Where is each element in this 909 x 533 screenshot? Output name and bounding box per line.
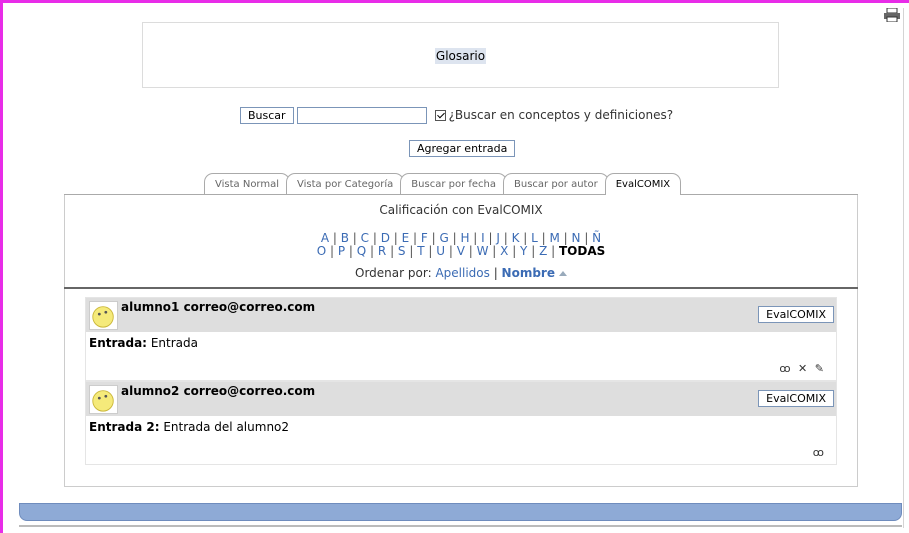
glossary-entry: alumno1 correo@correo.com EvalCOMIX Entr… xyxy=(85,297,837,381)
letter-link-N[interactable]: N xyxy=(572,231,581,245)
letter-link-Z[interactable]: Z xyxy=(539,244,547,258)
evalcomix-button[interactable]: EvalCOMIX xyxy=(758,390,834,407)
avatar-icon xyxy=(89,301,118,330)
letter-link-Q[interactable]: Q xyxy=(357,244,366,258)
letter-link-F[interactable]: F xyxy=(421,231,428,245)
search-button[interactable]: Buscar xyxy=(240,106,294,124)
sort-name-link[interactable]: Nombre xyxy=(502,266,555,280)
comment-icon[interactable]: ꝏ xyxy=(813,446,826,459)
sort-label: Ordenar por: xyxy=(355,266,432,280)
sort-options: Ordenar por: Apellidos | Nombre xyxy=(65,266,857,280)
entry-action-icons[interactable]: ꝏ ✕ ✎ xyxy=(779,362,826,375)
entry-author: alumno1 correo@correo.com xyxy=(121,300,316,314)
letter-link-T[interactable]: T xyxy=(417,244,424,258)
evalcomix-button[interactable]: EvalCOMIX xyxy=(758,306,834,323)
add-entry-button[interactable]: Agregar entrada xyxy=(409,140,516,157)
letter-link-L[interactable]: L xyxy=(531,231,538,245)
right-divider xyxy=(903,8,904,528)
search-input[interactable] xyxy=(296,106,427,124)
search-definitions-label: ¿Buscar en conceptos y definiciones? xyxy=(448,108,674,122)
glossary-header-box: Glosario xyxy=(142,22,779,88)
alphabet-index: A | B | C | D | E | F | G | H | I | J | … xyxy=(65,232,857,258)
letter-link-R[interactable]: R xyxy=(378,244,386,258)
letter-link-G[interactable]: G xyxy=(439,231,448,245)
letter-link-U[interactable]: U xyxy=(436,244,445,258)
tab-category-view[interactable]: Vista por Categoría xyxy=(286,173,405,194)
letter-link-W[interactable]: W xyxy=(477,244,489,258)
panel-title: Calificación con EvalCOMIX xyxy=(379,203,543,217)
tab-search-author[interactable]: Buscar por autor xyxy=(503,173,609,194)
letter-all-link[interactable]: TODAS xyxy=(559,244,605,258)
letter-link-M[interactable]: M xyxy=(549,231,559,245)
letter-link-Y[interactable]: Y xyxy=(520,244,527,258)
entry-author: alumno2 correo@correo.com xyxy=(121,384,316,398)
letter-link-S[interactable]: S xyxy=(398,244,406,258)
printer-icon[interactable] xyxy=(884,8,900,22)
search-definitions-checkbox[interactable] xyxy=(434,109,446,121)
tab-normal-view[interactable]: Vista Normal xyxy=(204,173,291,194)
page-frame: Glosario Buscar ¿Buscar en conceptos y d… xyxy=(0,0,909,533)
footer-shadow xyxy=(19,525,902,527)
letter-link-H[interactable]: H xyxy=(460,231,469,245)
index-separator xyxy=(64,287,858,289)
tab-search-date[interactable]: Buscar por fecha xyxy=(400,173,508,194)
letter-link-B[interactable]: B xyxy=(341,231,349,245)
letter-link-A[interactable]: A xyxy=(321,231,329,245)
left-border xyxy=(0,0,3,533)
letter-link-P[interactable]: P xyxy=(338,244,345,258)
letter-link-D[interactable]: D xyxy=(381,231,390,245)
letter-link-Ñ[interactable]: Ñ xyxy=(592,231,601,245)
top-border xyxy=(0,0,909,3)
entry-content: Entrada: Entrada xyxy=(89,336,198,350)
letter-link-E[interactable]: E xyxy=(402,231,410,245)
view-tabs: Vista Normal Vista por Categoría Buscar … xyxy=(204,173,682,195)
tab-evalcomix[interactable]: EvalCOMIX xyxy=(604,173,682,195)
entry-content: Entrada 2: Entrada del alumno2 xyxy=(89,420,290,434)
sort-surname-link[interactable]: Apellidos xyxy=(435,266,489,280)
letter-link-I[interactable]: I xyxy=(481,231,485,245)
letter-link-J[interactable]: J xyxy=(496,231,500,245)
letter-link-C[interactable]: C xyxy=(361,231,369,245)
letter-link-X[interactable]: X xyxy=(500,244,508,258)
sort-asc-icon xyxy=(558,271,567,276)
letter-link-K[interactable]: K xyxy=(512,231,520,245)
alphabet-row-2: O | P | Q | R | S | T | U | V | W | X | … xyxy=(316,244,606,258)
letter-link-V[interactable]: V xyxy=(457,244,465,258)
avatar-icon xyxy=(89,385,118,414)
page-title: Glosario xyxy=(434,48,487,64)
glossary-entry: alumno2 correo@correo.com EvalCOMIX Entr… xyxy=(85,381,837,465)
letter-link-O[interactable]: O xyxy=(317,244,326,258)
search-row: Buscar ¿Buscar en conceptos y definicion… xyxy=(240,105,673,125)
footer-bar xyxy=(19,503,902,521)
